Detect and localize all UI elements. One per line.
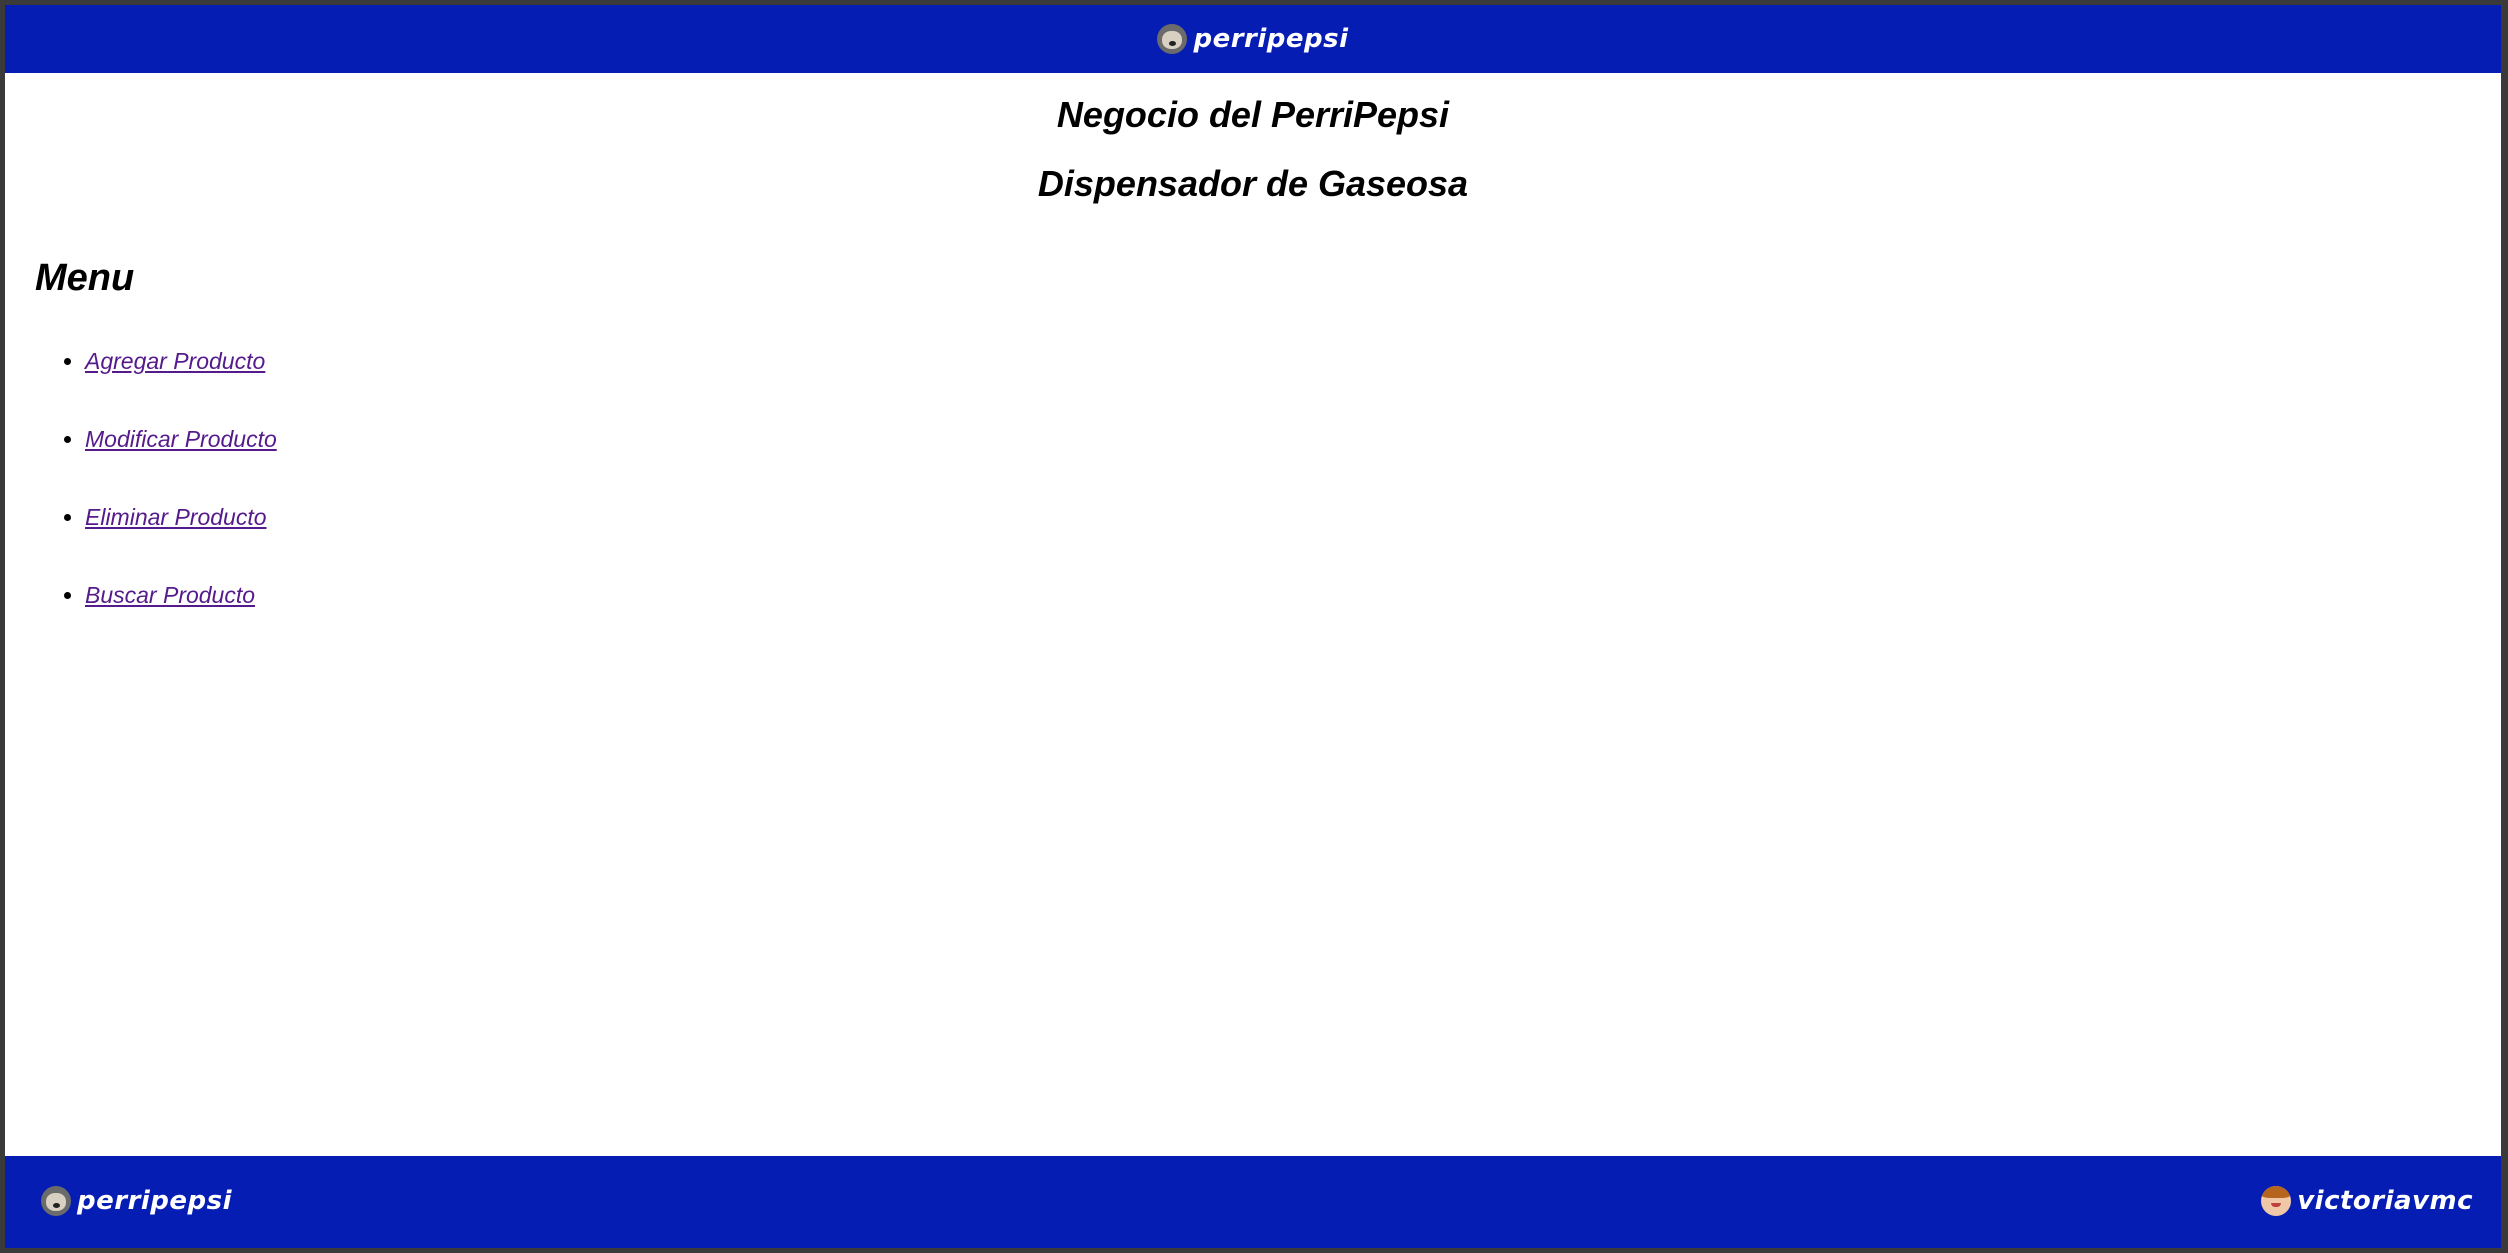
footer-brand-right[interactable]: victoriavmc bbox=[2261, 1186, 2473, 1216]
girl-avatar-icon bbox=[2261, 1186, 2292, 1216]
header-brand[interactable]: perripepsi bbox=[1157, 24, 1348, 54]
footer-bar: perripepsi victoriavmc bbox=[5, 1156, 2501, 1248]
menu-item-buscar: Buscar Producto bbox=[85, 579, 277, 611]
modificar-producto-link[interactable]: Modificar Producto bbox=[85, 426, 277, 452]
buscar-producto-link[interactable]: Buscar Producto bbox=[85, 582, 255, 608]
agregar-producto-link[interactable]: Agregar Producto bbox=[85, 348, 265, 374]
dog-avatar-icon bbox=[41, 1186, 71, 1216]
footer-right-label: victoriavmc bbox=[2297, 1186, 2473, 1216]
menu-heading: Menu bbox=[35, 257, 135, 299]
header-brand-label: perripepsi bbox=[1193, 24, 1349, 54]
dog-avatar-icon bbox=[1157, 24, 1188, 54]
eliminar-producto-link[interactable]: Eliminar Producto bbox=[85, 504, 267, 530]
menu-item-eliminar: Eliminar Producto bbox=[85, 501, 277, 533]
menu-item-modificar: Modificar Producto bbox=[85, 423, 277, 455]
footer-left-label: perripepsi bbox=[77, 1186, 233, 1216]
page-title: Negocio del PerriPepsi bbox=[1056, 94, 1450, 135]
page-frame: perripepsi Negocio del PerriPepsi Dispen… bbox=[5, 5, 2501, 1248]
menu-list: Agregar Producto Modificar Producto Elim… bbox=[5, 345, 277, 657]
top-header-bar: perripepsi bbox=[5, 5, 2501, 73]
footer-brand-left[interactable]: perripepsi bbox=[41, 1186, 232, 1216]
page-titles: Negocio del PerriPepsi Dispensador de Ga… bbox=[5, 97, 2501, 202]
menu-item-agregar: Agregar Producto bbox=[85, 345, 277, 377]
page-subtitle: Dispensador de Gaseosa bbox=[1037, 163, 1469, 204]
